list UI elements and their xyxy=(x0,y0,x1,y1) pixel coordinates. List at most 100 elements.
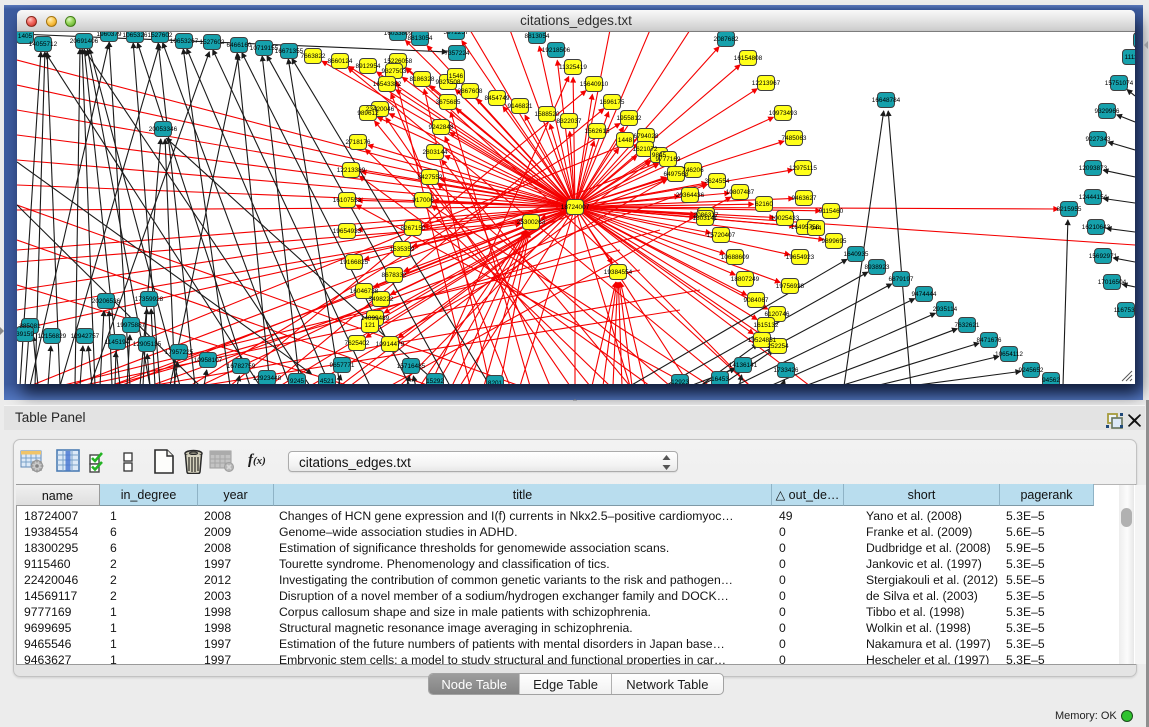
svg-text:19384554: 19384554 xyxy=(604,269,633,276)
svg-text:8186328: 8186328 xyxy=(410,76,435,83)
svg-text:39159: 39159 xyxy=(17,331,34,338)
svg-text:19975887: 19975887 xyxy=(117,322,146,329)
svg-text:14136141: 14136141 xyxy=(729,362,758,369)
svg-text:9242848: 9242848 xyxy=(429,124,454,131)
svg-text:9474444: 9474444 xyxy=(912,291,937,298)
svg-text:9777169: 9777169 xyxy=(656,156,681,163)
svg-text:19654933: 19654933 xyxy=(333,228,362,235)
svg-text:94562: 94562 xyxy=(1042,377,1060,384)
svg-text:8427552: 8427552 xyxy=(418,174,443,181)
svg-text:19654923: 19654923 xyxy=(786,254,815,261)
svg-text:121: 121 xyxy=(365,322,376,329)
svg-text:1111: 1111 xyxy=(1125,54,1135,61)
svg-text:1955812: 1955812 xyxy=(617,115,642,122)
svg-text:8267150: 8267150 xyxy=(401,225,426,232)
svg-text:8813054: 8813054 xyxy=(408,35,433,42)
svg-text:2087682: 2087682 xyxy=(714,36,739,43)
svg-text:7663822: 7663822 xyxy=(301,53,326,60)
svg-text:5972257: 5972257 xyxy=(444,32,469,36)
svg-text:9327503: 9327503 xyxy=(382,68,407,75)
svg-text:9245: 9245 xyxy=(290,378,305,384)
svg-text:7357224: 7357224 xyxy=(445,50,470,57)
svg-text:20364436: 20364436 xyxy=(676,192,705,199)
svg-text:15226058: 15226058 xyxy=(384,58,413,65)
svg-text:3624554: 3624554 xyxy=(705,178,730,185)
svg-text:2718176: 2718176 xyxy=(346,139,371,146)
svg-text:6879197: 6879197 xyxy=(889,276,914,283)
svg-text:7632621: 7632621 xyxy=(955,322,980,329)
svg-text:10025433: 10025433 xyxy=(771,215,800,222)
svg-text:1448: 1448 xyxy=(618,137,633,144)
svg-text:15751074: 15751074 xyxy=(1105,80,1134,87)
svg-text:19756928: 19756928 xyxy=(776,283,805,290)
svg-text:20053346: 20053346 xyxy=(149,126,178,133)
svg-text:9245652: 9245652 xyxy=(1019,367,1044,374)
svg-text:1527602: 1527602 xyxy=(200,39,225,46)
svg-text:19166825: 19166825 xyxy=(340,259,369,266)
svg-text:3675685: 3675685 xyxy=(436,99,461,106)
svg-text:944: 944 xyxy=(811,225,822,232)
svg-text:18724007: 18724007 xyxy=(561,204,590,211)
svg-text:16154808: 16154808 xyxy=(734,55,763,62)
svg-text:62160: 62160 xyxy=(755,201,773,208)
svg-text:12093873: 12093873 xyxy=(1079,165,1108,172)
svg-text:15692971: 15692971 xyxy=(1089,253,1118,260)
svg-text:9327508: 9327508 xyxy=(436,79,461,86)
svg-text:2803144: 2803144 xyxy=(423,149,448,156)
svg-text:16543382: 16543382 xyxy=(373,81,402,88)
svg-text:15720407: 15720407 xyxy=(707,232,736,239)
svg-text:18807249: 18807249 xyxy=(731,276,760,283)
svg-text:16671355: 16671355 xyxy=(275,48,304,55)
svg-text:12213967: 12213967 xyxy=(752,80,781,87)
svg-text:8912954: 8912954 xyxy=(356,63,381,70)
svg-text:9463627: 9463627 xyxy=(792,195,817,202)
svg-text:15640910: 15640910 xyxy=(580,81,609,88)
svg-text:6466160: 6466160 xyxy=(227,42,252,49)
svg-text:16782759: 16782759 xyxy=(227,363,256,370)
svg-text:12444154: 12444154 xyxy=(1079,194,1108,201)
svg-text:1562615: 1562615 xyxy=(585,128,610,135)
svg-text:12975115: 12975115 xyxy=(789,165,817,172)
svg-text:1145194: 1145194 xyxy=(105,339,130,346)
svg-text:1588520: 1588520 xyxy=(535,111,560,118)
svg-text:12942757: 12942757 xyxy=(71,333,100,340)
svg-text:16453: 16453 xyxy=(711,376,729,383)
svg-text:1640935: 1640935 xyxy=(844,251,869,258)
svg-text:12905135: 12905135 xyxy=(133,341,162,348)
svg-text:1065326: 1065326 xyxy=(123,32,148,39)
svg-text:10654112: 10654112 xyxy=(995,351,1023,358)
svg-text:14055712: 14055712 xyxy=(29,41,58,48)
svg-text:1167533: 1167533 xyxy=(1114,307,1135,314)
svg-text:9899695: 9899695 xyxy=(822,238,847,245)
svg-text:12156829: 12156829 xyxy=(38,333,67,340)
svg-text:989612: 989612 xyxy=(357,110,379,117)
svg-text:15292: 15292 xyxy=(426,378,444,384)
svg-text:10914479: 10914479 xyxy=(376,341,405,348)
svg-text:16210643: 16210643 xyxy=(1082,224,1111,231)
svg-text:25300263: 25300263 xyxy=(517,219,546,226)
svg-text:9146821: 9146821 xyxy=(508,103,533,110)
svg-text:12923448: 12923448 xyxy=(253,375,282,382)
svg-text:9084067: 9084067 xyxy=(744,297,769,304)
svg-text:8813054: 8813054 xyxy=(525,33,550,40)
svg-text:8938923: 8938923 xyxy=(865,264,890,271)
svg-text:16107553: 16107553 xyxy=(333,197,362,204)
svg-text:6120746: 6120746 xyxy=(765,311,790,318)
svg-text:2935114: 2935114 xyxy=(933,306,958,313)
svg-text:7625402: 7625402 xyxy=(345,340,370,347)
svg-text:885081: 885081 xyxy=(19,323,41,330)
svg-text:9227343: 9227343 xyxy=(1086,136,1111,143)
svg-text:252254: 252254 xyxy=(767,343,789,350)
svg-text:10958107: 10958107 xyxy=(194,357,223,364)
svg-text:17016504: 17016504 xyxy=(1098,279,1127,286)
svg-text:14099489: 14099489 xyxy=(361,315,390,322)
svg-text:1535359: 1535359 xyxy=(390,246,415,253)
svg-text:6497568: 6497568 xyxy=(664,171,689,178)
svg-text:1615132: 1615132 xyxy=(754,322,779,329)
svg-text:20206536: 20206536 xyxy=(92,298,121,305)
svg-text:1733426: 1733426 xyxy=(774,367,799,374)
svg-text:9657771: 9657771 xyxy=(330,362,355,369)
svg-text:15716485: 15716485 xyxy=(397,363,426,370)
svg-text:1696175: 1696175 xyxy=(600,99,625,106)
svg-text:1803141: 1803141 xyxy=(693,215,718,222)
